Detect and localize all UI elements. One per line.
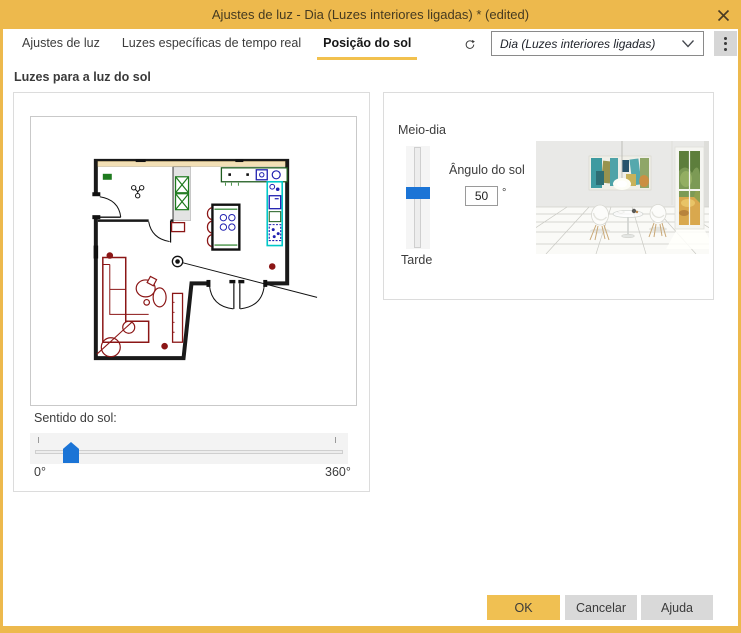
titlebar: Ajustes de luz - Dia (Luzes interiores l…	[0, 0, 741, 29]
afternoon-label: Tarde	[401, 253, 432, 267]
tab-posicao-do-sol[interactable]: Posição do sol	[317, 29, 417, 60]
light-preset-value: Dia (Luzes interiores ligadas)	[500, 37, 681, 51]
sun-direction-label: Sentido do sol:	[34, 411, 117, 425]
slider-tick-max	[335, 437, 336, 443]
range-min-label: 0°	[34, 465, 46, 479]
cancel-button[interactable]: Cancelar	[565, 595, 637, 620]
tab-list: Ajustes de luz Luzes específicas de temp…	[16, 29, 417, 60]
sun-angle-input[interactable]	[465, 186, 498, 206]
ok-button[interactable]: OK	[487, 595, 560, 620]
chevron-down-icon	[681, 39, 695, 48]
tab-ajustes-de-luz[interactable]: Ajustes de luz	[16, 29, 106, 60]
light-preset-dropdown[interactable]: Dia (Luzes interiores ligadas)	[491, 31, 704, 56]
tab-bar: Ajustes de luz Luzes específicas de temp…	[3, 29, 738, 60]
sun-direction-slider-handle[interactable]	[63, 442, 79, 463]
dialog-title: Ajustes de luz - Dia (Luzes interiores l…	[212, 7, 529, 22]
floor-plan-drawing	[31, 117, 356, 405]
light-settings-dialog: Ajustes de luz - Dia (Luzes interiores l…	[0, 0, 741, 633]
slider-tick-min	[38, 437, 39, 443]
sun-light-groupbox: Sentido do sol: 0° 360°	[13, 92, 370, 492]
help-button[interactable]: Ajuda	[641, 595, 713, 620]
left-panel-header: Luzes para a luz do sol	[14, 70, 151, 84]
floor-plan-box	[30, 116, 357, 406]
room-preview-image	[536, 141, 709, 254]
kebab-menu-icon[interactable]	[714, 31, 737, 56]
noon-label: Meio-dia	[398, 123, 446, 137]
window-border-left	[0, 29, 3, 633]
sun-direction-slider[interactable]	[30, 433, 348, 464]
sun-angle-unit: °	[502, 187, 506, 199]
sun-position-groupbox: Meio-dia Tarde Ângulo do sol °	[383, 92, 714, 300]
tab-luzes-especificas[interactable]: Luzes específicas de tempo real	[116, 29, 307, 60]
sun-height-slider-handle[interactable]	[406, 187, 430, 199]
sun-angle-label: Ângulo do sol	[449, 163, 525, 177]
close-icon[interactable]	[714, 7, 732, 23]
range-max-label: 360°	[325, 465, 351, 479]
sun-direction-slider-track[interactable]	[35, 450, 343, 454]
window-border-bottom	[0, 626, 741, 633]
refresh-icon[interactable]	[458, 32, 482, 56]
